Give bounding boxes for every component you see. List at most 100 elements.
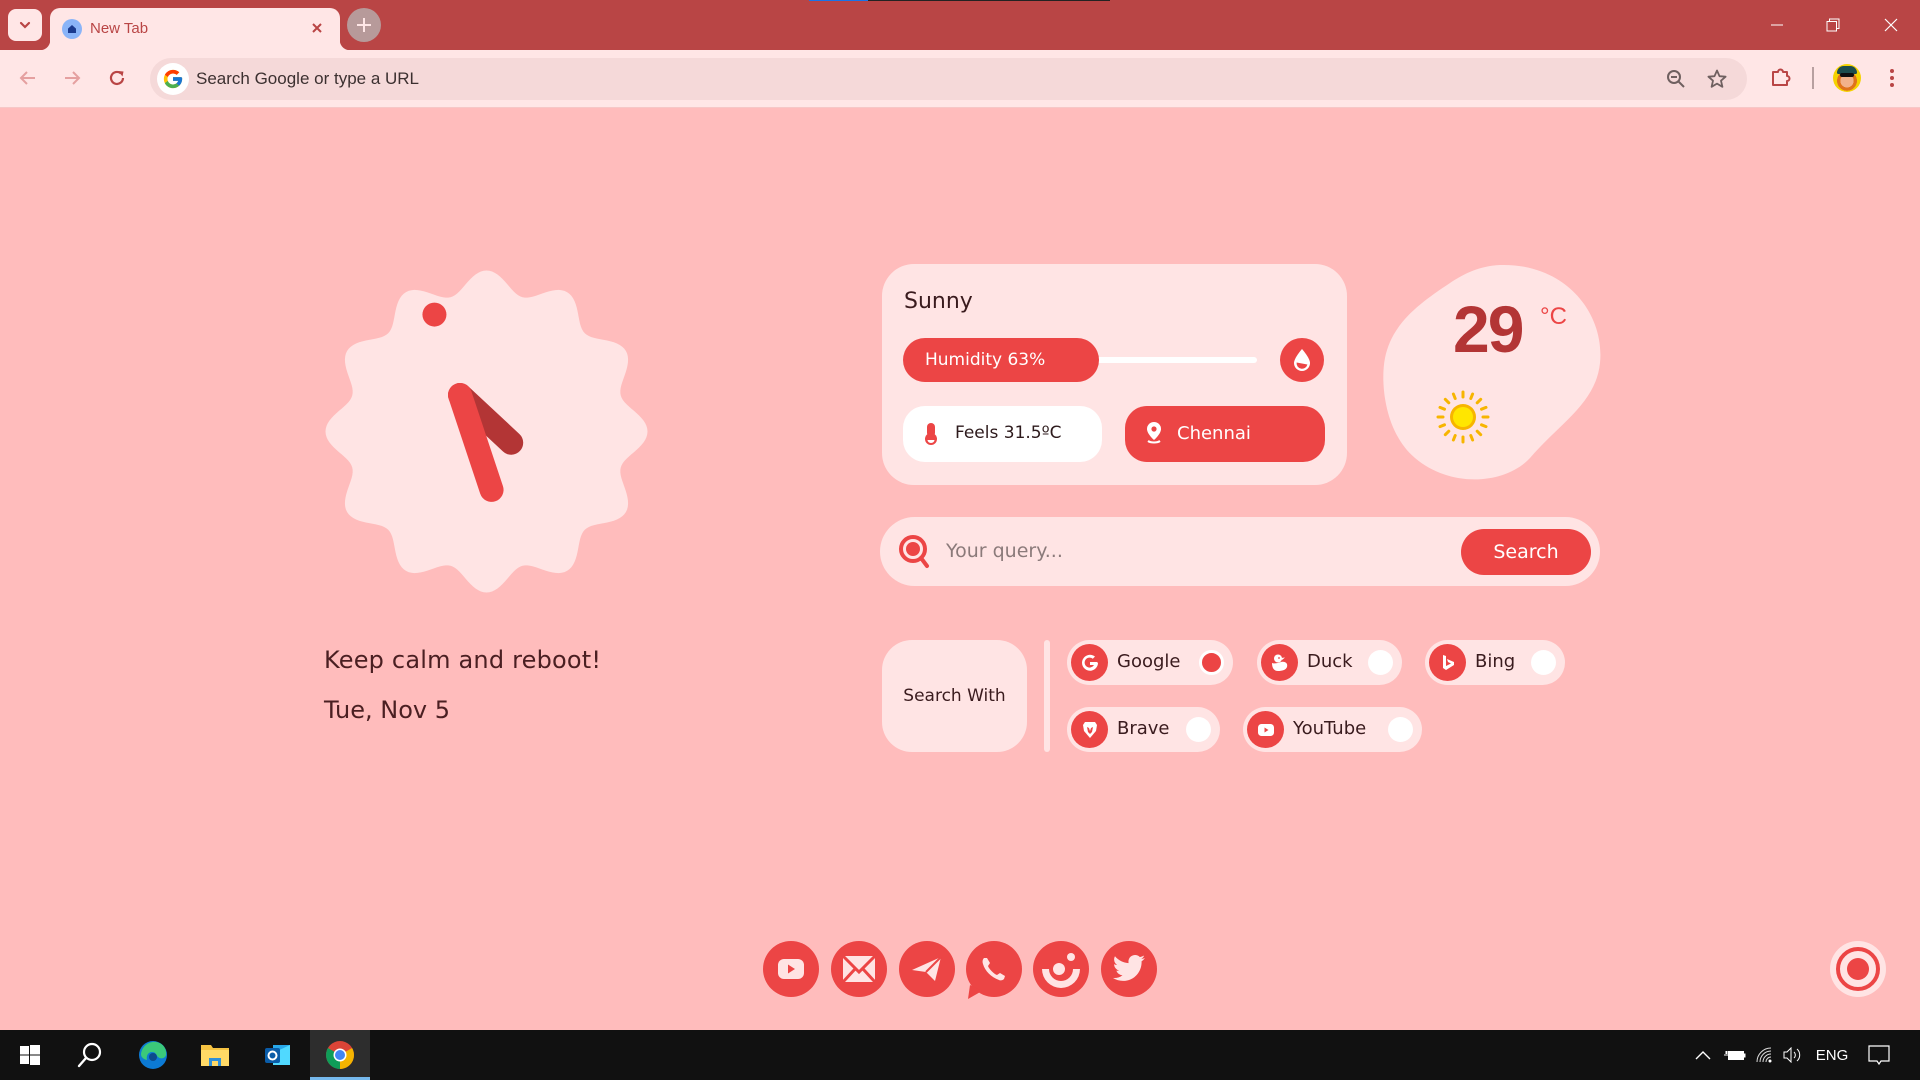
crunchyroll-icon — [1033, 941, 1089, 997]
tray-battery[interactable] — [1722, 1030, 1748, 1080]
engine-option-google[interactable]: Google — [1067, 640, 1233, 685]
loading-strip — [809, 0, 1110, 1]
engine-name: Bing — [1475, 651, 1516, 672]
engine-option-youtube[interactable]: YouTube — [1243, 707, 1422, 752]
sun-icon — [1436, 390, 1490, 444]
start-button[interactable] — [0, 1030, 60, 1080]
duck-icon — [1271, 654, 1287, 671]
edge-icon — [139, 1041, 167, 1069]
social-link-whatsapp[interactable] — [966, 941, 1022, 999]
youtube-icon — [763, 941, 819, 997]
engine-radio[interactable] — [1531, 650, 1556, 675]
temperature-value: 29 — [1453, 292, 1524, 366]
back-button[interactable] — [12, 62, 44, 94]
email-icon — [831, 941, 887, 997]
browser-menu-button[interactable] — [1877, 63, 1907, 93]
engine-radio[interactable] — [1388, 717, 1413, 742]
social-link-telegram[interactable] — [899, 941, 955, 997]
whatsapp-icon — [966, 941, 1022, 999]
google-icon — [1081, 654, 1098, 671]
reload-icon — [109, 70, 125, 85]
restore-icon — [1826, 18, 1840, 32]
windows-logo-icon — [20, 1045, 40, 1065]
new-tab-button[interactable] — [347, 8, 381, 42]
tray-volume[interactable] — [1780, 1030, 1806, 1080]
search-input[interactable] — [946, 531, 1326, 571]
chrome-icon — [326, 1041, 354, 1069]
profile-avatar[interactable] — [1833, 64, 1861, 92]
youtube-icon — [1257, 723, 1274, 736]
tab-new-tab[interactable]: New Tab — [40, 8, 350, 50]
twitter-icon — [1101, 941, 1157, 997]
close-window-button[interactable] — [1876, 10, 1906, 40]
target-icon — [1836, 947, 1880, 991]
kebab-menu-icon — [1890, 69, 1894, 87]
speaker-icon — [1783, 1047, 1801, 1063]
address-bar[interactable]: Search Google or type a URL — [150, 58, 1747, 100]
browser-toolbar: Search Google or type a URL — [0, 50, 1920, 108]
social-link-email[interactable] — [831, 941, 887, 997]
clock-second-dot — [422, 302, 447, 327]
address-placeholder: Search Google or type a URL — [196, 69, 420, 88]
humidity-drop-badge — [1280, 338, 1324, 382]
social-link-twitter[interactable] — [1101, 941, 1157, 997]
engine-option-bing[interactable]: Bing — [1425, 640, 1565, 685]
extensions-puzzle-icon — [1772, 68, 1791, 86]
engine-radio[interactable] — [1368, 650, 1393, 675]
zoom-out-button[interactable] — [1664, 67, 1688, 91]
thermometer-icon — [925, 423, 937, 445]
close-icon — [1884, 18, 1898, 32]
engine-name: Google — [1117, 651, 1181, 672]
engine-option-brave[interactable]: Brave — [1067, 707, 1220, 752]
tray-language[interactable]: ENG — [1812, 1030, 1852, 1080]
wifi-icon — [1756, 1047, 1772, 1063]
browser-titlebar: New Tab — [0, 0, 1920, 50]
taskbar-app-file-explorer[interactable] — [185, 1030, 245, 1080]
taskbar-search-button[interactable] — [60, 1030, 120, 1080]
taskbar-app-chrome[interactable] — [310, 1030, 370, 1080]
tray-network[interactable] — [1752, 1030, 1778, 1080]
humidity-fill: Humidity 63% — [903, 338, 1099, 382]
reload-button[interactable] — [101, 62, 133, 94]
temperature-unit: °C — [1540, 303, 1567, 330]
restore-button[interactable] — [1818, 10, 1848, 40]
tab-search-button[interactable] — [8, 9, 42, 41]
tab-title: New Tab — [90, 20, 149, 37]
engine-radio[interactable] — [1199, 650, 1224, 675]
plus-icon — [357, 18, 371, 32]
search-button[interactable]: Search — [1461, 529, 1591, 575]
social-link-crunchyroll[interactable] — [1033, 941, 1089, 997]
forward-button[interactable] — [56, 62, 88, 94]
minimize-button[interactable] — [1762, 10, 1792, 40]
windows-taskbar: ENG — [0, 1030, 1920, 1080]
extensions-button[interactable] — [1766, 63, 1796, 93]
search-with-label: Search With — [882, 640, 1027, 752]
greeting-quote: Keep calm and reboot! — [324, 646, 602, 674]
record-button[interactable] — [1830, 941, 1886, 997]
search-icon — [899, 535, 929, 568]
engine-option-duck[interactable]: Duck — [1257, 640, 1402, 685]
weather-card: Sunny Humidity 63% Feels 31.5ºC Chennai — [882, 264, 1347, 485]
engine-radio[interactable] — [1186, 717, 1211, 742]
location-button[interactable]: Chennai — [1125, 406, 1325, 462]
brave-lion-icon — [1082, 721, 1097, 738]
humidity-bar: Humidity 63% — [903, 338, 1257, 382]
toolbar-divider — [1812, 67, 1814, 89]
taskbar-app-edge[interactable] — [123, 1030, 183, 1080]
notification-icon — [1868, 1045, 1890, 1065]
zoom-out-icon — [1667, 70, 1685, 88]
forward-arrow-icon — [65, 71, 81, 85]
google-g-icon — [157, 63, 189, 95]
feels-like-text: Feels 31.5ºC — [955, 423, 1062, 443]
bookmark-button[interactable] — [1705, 67, 1729, 91]
feels-like-pill: Feels 31.5ºC — [903, 406, 1102, 462]
tab-close-button[interactable] — [306, 17, 328, 39]
taskbar-app-outlook[interactable] — [248, 1030, 308, 1080]
engines-divider — [1044, 640, 1050, 752]
social-link-youtube[interactable] — [763, 941, 819, 997]
engine-name: Brave — [1117, 718, 1170, 739]
location-pin-icon — [1147, 422, 1161, 444]
tray-overflow-button[interactable] — [1690, 1030, 1716, 1080]
action-center-button[interactable] — [1864, 1030, 1894, 1080]
outlook-icon — [265, 1045, 290, 1065]
